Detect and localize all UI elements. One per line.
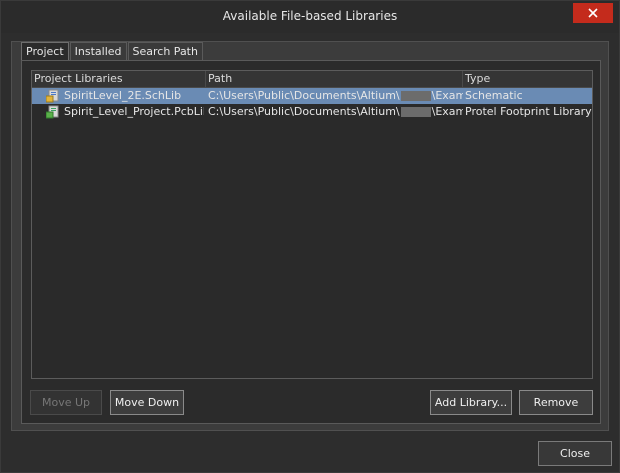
add-library-button[interactable]: Add Library... [430, 390, 512, 415]
path-prefix: C:\Users\Public\Documents\Altium\ [208, 89, 400, 102]
path-suffix: \Example: [431, 105, 463, 118]
redacted-path-segment [400, 107, 431, 117]
dialog-window: Available File-based Libraries Project I… [0, 0, 620, 473]
dialog-title: Available File-based Libraries [222, 9, 398, 23]
schematic-library-icon [45, 89, 60, 103]
close-button[interactable]: Close [538, 441, 612, 466]
tab-project[interactable]: Project [21, 42, 69, 60]
library-name: SpiritLevel_2E.SchLib [64, 89, 182, 102]
library-type: Schematic [465, 89, 523, 102]
table-row[interactable]: SpiritLevel_2E.SchLib C:\Users\Public\Do… [32, 88, 592, 104]
tab-strip: Project Installed Search Path [21, 42, 204, 60]
libraries-table[interactable]: Project Libraries Path Type SpiritLevel_… [31, 70, 593, 379]
tab-installed[interactable]: Installed [69, 42, 127, 60]
path-suffix: \Example: [431, 89, 463, 102]
column-header-path[interactable]: Path [206, 71, 463, 87]
table-header: Project Libraries Path Type [32, 71, 592, 88]
title-bar[interactable]: Available File-based Libraries [1, 1, 619, 33]
remove-button[interactable]: Remove [519, 390, 593, 415]
project-tab-content: Project Libraries Path Type SpiritLevel_… [21, 60, 601, 424]
column-header-project-libraries[interactable]: Project Libraries [32, 71, 206, 87]
table-row[interactable]: Spirit_Level_Project.PcbLib C:\Users\Pub… [32, 104, 592, 120]
library-name: Spirit_Level_Project.PcbLib [64, 105, 204, 118]
path-prefix: C:\Users\Public\Documents\Altium\ [208, 105, 400, 118]
move-up-button[interactable]: Move Up [30, 390, 102, 415]
move-down-button[interactable]: Move Down [110, 390, 184, 415]
library-type: Protel Footprint Library [465, 105, 592, 118]
redacted-path-segment [400, 91, 431, 101]
column-header-type[interactable]: Type [463, 71, 592, 87]
library-path: C:\Users\Public\Documents\Altium\ \Exampl… [208, 88, 463, 104]
pcb-library-icon [45, 105, 60, 119]
library-path: C:\Users\Public\Documents\Altium\ \Exampl… [208, 104, 463, 120]
close-window-button[interactable] [573, 3, 613, 23]
close-icon [588, 8, 598, 18]
tab-search-path[interactable]: Search Path [127, 42, 203, 60]
